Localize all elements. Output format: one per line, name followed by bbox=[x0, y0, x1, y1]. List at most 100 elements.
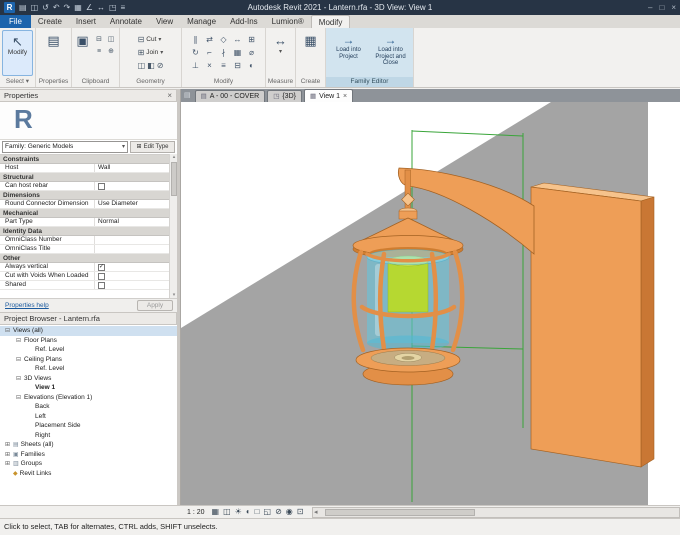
candle[interactable] bbox=[387, 260, 429, 313]
panel-label-select[interactable]: Select ▾ bbox=[0, 77, 35, 87]
close-icon[interactable]: × bbox=[167, 90, 172, 101]
views-stack-icon[interactable]: ▤ bbox=[184, 90, 191, 102]
wall-panel-front[interactable] bbox=[530, 186, 642, 468]
ribbon-tab-add-ins[interactable]: Add-Ins bbox=[223, 15, 265, 28]
load-into-project-and-close-button[interactable]: → Load into Project and Close bbox=[371, 30, 411, 76]
panel-label-clipboard[interactable]: Clipboard bbox=[72, 77, 119, 87]
property-value[interactable] bbox=[94, 236, 169, 244]
ribbon-tab-create[interactable]: Create bbox=[31, 15, 69, 28]
paint-tool-icon[interactable]: ◐ bbox=[245, 59, 259, 72]
measure-icon[interactable]: ∠ bbox=[86, 0, 93, 15]
paste-button[interactable]: ▣ bbox=[74, 30, 91, 76]
property-value[interactable] bbox=[94, 272, 169, 280]
tree-item[interactable]: View 1 bbox=[0, 383, 177, 393]
split-tool-icon[interactable]: ∤ bbox=[217, 46, 231, 59]
expand-icon[interactable]: ⊞ bbox=[4, 460, 11, 467]
paint-icon[interactable]: ◧ bbox=[147, 61, 155, 70]
property-value[interactable]: Normal bbox=[94, 218, 169, 226]
panel-label-create[interactable]: Create bbox=[296, 77, 325, 87]
property-group-header[interactable]: Mechanical bbox=[0, 209, 169, 218]
align-tool-icon[interactable]: ∥ bbox=[189, 33, 203, 46]
wall-panel-side[interactable] bbox=[640, 196, 655, 468]
tree-item[interactable]: Back bbox=[0, 402, 177, 412]
property-value[interactable]: Wall bbox=[94, 164, 169, 172]
ribbon-tab-lumion[interactable]: Lumion® bbox=[265, 15, 311, 28]
collapse-icon[interactable]: ⊟ bbox=[15, 337, 22, 344]
collapse-icon[interactable]: ⊟ bbox=[15, 356, 22, 363]
panel-label-measure[interactable]: Measure bbox=[266, 77, 295, 87]
default-3d-view-icon[interactable]: ◳ bbox=[109, 0, 117, 15]
tree-item[interactable]: ⊟ Floor Plans bbox=[0, 336, 177, 346]
properties-scrollbar[interactable]: ▴ ▾ bbox=[169, 154, 177, 298]
property-group-header[interactable]: Dimensions bbox=[0, 191, 169, 200]
pin-tool-icon[interactable]: ⊥ bbox=[189, 59, 203, 72]
collapse-icon[interactable]: ⊟ bbox=[15, 375, 22, 382]
copy-to-clipboard-icon[interactable]: ◫ bbox=[105, 34, 117, 46]
demolish-icon[interactable]: ⊘ bbox=[157, 61, 164, 70]
rotate-tool-icon[interactable]: ↻ bbox=[189, 46, 203, 59]
delete-tool-icon[interactable]: × bbox=[203, 59, 217, 72]
maximize-button[interactable]: □ bbox=[659, 0, 664, 15]
temporary-hide-isolate-icon[interactable]: ⊘ bbox=[275, 506, 282, 518]
horizontal-scrollbar[interactable]: ◂ bbox=[312, 507, 680, 518]
match-tool-icon[interactable]: ≡ bbox=[217, 59, 231, 72]
save-icon[interactable]: ◫ bbox=[31, 0, 39, 15]
temporary-view-properties-icon[interactable]: ⊡ bbox=[297, 506, 304, 518]
ribbon-tab-manage[interactable]: Manage bbox=[180, 15, 223, 28]
tree-item[interactable]: ⊟ Elevations (Elevation 1) bbox=[0, 393, 177, 403]
ribbon-tab-file[interactable]: File bbox=[0, 15, 31, 28]
checkbox[interactable]: ✓ bbox=[98, 263, 105, 271]
array-tool-icon[interactable]: ▦ bbox=[231, 46, 245, 59]
scale-button[interactable]: 1 : 20 bbox=[184, 509, 208, 516]
copy-tool-icon[interactable]: ⊞ bbox=[245, 33, 259, 46]
tree-item[interactable]: ⊞ ▣ Families bbox=[0, 450, 177, 460]
property-value[interactable]: ✓ bbox=[94, 263, 169, 271]
property-group-header[interactable]: Identity Data bbox=[0, 227, 169, 236]
ribbon-tab-modify[interactable]: Modify bbox=[310, 15, 351, 28]
horizontal-scrollbar-thumb[interactable] bbox=[325, 509, 475, 516]
crop-view-icon[interactable]: □ bbox=[255, 506, 260, 518]
property-group-header[interactable]: Constraints bbox=[0, 155, 169, 164]
offset-tool-icon[interactable]: ⇄ bbox=[203, 33, 217, 46]
detail-level-icon[interactable]: ▦ bbox=[212, 506, 220, 518]
property-group-header[interactable]: Structural bbox=[0, 173, 169, 182]
properties-panel-header[interactable]: Properties × bbox=[0, 89, 177, 102]
undo-icon[interactable]: ↶ bbox=[53, 0, 60, 15]
properties-toggle-button[interactable]: ▤ bbox=[38, 30, 69, 76]
move-tool-icon[interactable]: ↔ bbox=[231, 33, 245, 46]
sync-icon[interactable]: ↺ bbox=[42, 0, 49, 15]
edit-type-button[interactable]: ⊞ Edit Type bbox=[130, 141, 175, 153]
apply-button[interactable]: Apply bbox=[137, 300, 173, 311]
property-value[interactable] bbox=[94, 182, 169, 190]
checkbox[interactable] bbox=[98, 182, 105, 190]
properties-help-link[interactable]: Properties help bbox=[5, 302, 49, 309]
view-tab--3d[interactable]: ◳ {3D} bbox=[267, 90, 302, 102]
collapse-icon[interactable]: ⊟ bbox=[15, 394, 22, 401]
cut-profile-icon[interactable]: ◫ bbox=[138, 61, 146, 70]
scroll-left-icon[interactable]: ◂ bbox=[314, 508, 318, 517]
view-tab-view-1[interactable]: ▦ View 1 × bbox=[303, 89, 354, 102]
3d-viewport[interactable] bbox=[181, 102, 680, 505]
panel-label-properties[interactable]: Properties bbox=[36, 77, 71, 87]
tree-item[interactable]: Right bbox=[0, 431, 177, 441]
reveal-hidden-elements-icon[interactable]: ◉ bbox=[286, 506, 293, 518]
open-file-icon[interactable]: ▤ bbox=[19, 0, 27, 15]
modify-button[interactable]: ↖ Modify bbox=[2, 30, 33, 76]
join-geometry-button[interactable]: ⊞ Join ▾ bbox=[138, 46, 164, 58]
tree-item[interactable]: ⊟ Ceiling Plans bbox=[0, 355, 177, 365]
mirror-tool-icon[interactable]: ◇ bbox=[217, 33, 231, 46]
ribbon-tab-insert[interactable]: Insert bbox=[69, 15, 103, 28]
panel-label-geometry[interactable]: Geometry bbox=[120, 77, 181, 87]
tree-item[interactable]: Ref. Level bbox=[0, 364, 177, 374]
tree-item[interactable]: Left bbox=[0, 412, 177, 422]
thin-lines-icon[interactable]: ≡ bbox=[121, 0, 126, 15]
tree-item[interactable]: Ref. Level bbox=[0, 345, 177, 355]
redo-icon[interactable]: ↷ bbox=[64, 0, 71, 15]
collapse-icon[interactable]: ⊟ bbox=[4, 327, 11, 334]
cut-to-clipboard-icon[interactable]: ⊟ bbox=[93, 34, 105, 46]
expand-icon[interactable]: ⊞ bbox=[4, 441, 11, 448]
load-into-project-button[interactable]: → Load into Project bbox=[329, 30, 369, 76]
close-button[interactable]: × bbox=[671, 0, 676, 15]
tree-item[interactable]: ⊞ ▥ Groups bbox=[0, 459, 177, 469]
print-icon[interactable]: ▦ bbox=[74, 0, 82, 15]
